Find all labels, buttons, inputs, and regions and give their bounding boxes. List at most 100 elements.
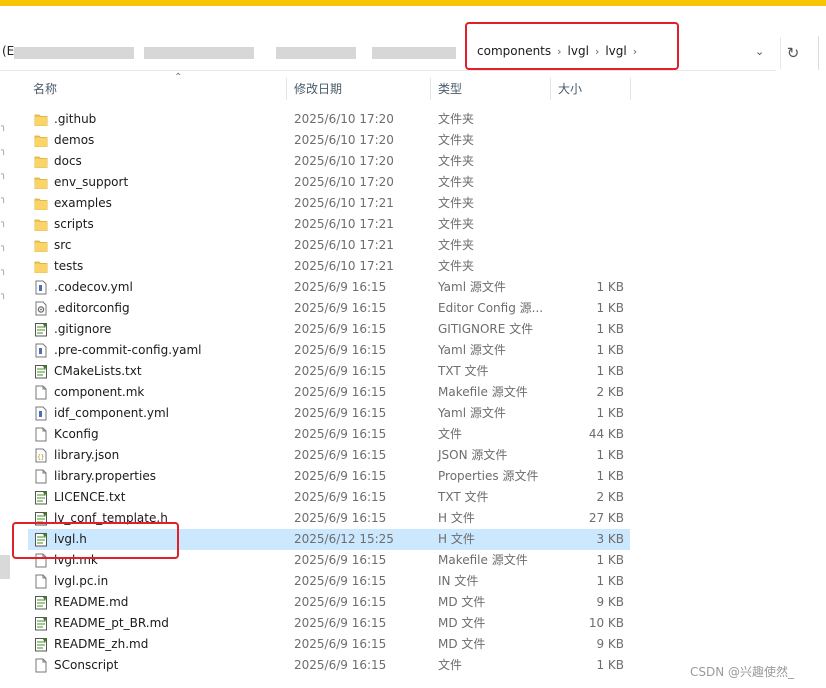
file-row[interactable]: SConscript 2025/6/9 16:15 文件 1 KB	[28, 655, 630, 676]
chevron-down-icon[interactable]: ⌄	[755, 45, 764, 58]
file-type: TXT 文件	[438, 490, 489, 504]
file-row[interactable]: docs 2025/6/10 17:20 文件夹	[28, 151, 630, 172]
file-row[interactable]: README_pt_BR.md 2025/6/9 16:15 MD 文件 10 KB	[28, 613, 630, 634]
watermark-text: CSDN @兴趣使然_	[690, 665, 795, 679]
file-type: 文件夹	[438, 154, 475, 168]
yaml-file-icon	[34, 406, 48, 421]
file-name: env_support	[54, 175, 129, 189]
file-size: 1 KB	[596, 553, 624, 567]
folder-icon	[34, 175, 48, 190]
notepad-file-icon	[34, 511, 48, 526]
file-type: 文件夹	[438, 217, 475, 231]
chevron-right-icon[interactable]: ›	[557, 45, 561, 58]
pin-icon[interactable]: ╮	[1, 146, 6, 156]
file-row[interactable]: CMakeLists.txt 2025/6/9 16:15 TXT 文件 1 KB	[28, 361, 630, 382]
file-row[interactable]: tests 2025/6/10 17:21 文件夹	[28, 256, 630, 277]
pin-icon[interactable]: ╮	[1, 218, 6, 228]
file-row[interactable]: .editorconfig 2025/6/9 16:15 Editor Config…	[28, 298, 630, 319]
file-size: 1 KB	[596, 280, 624, 294]
column-header-name[interactable]: 名称	[33, 76, 57, 102]
file-size: 1 KB	[596, 469, 624, 483]
file-size: 1 KB	[596, 364, 624, 378]
file-type: MD 文件	[438, 595, 486, 609]
file-row[interactable]: library.properties 2025/6/9 16:15 Properti…	[28, 466, 630, 487]
file-date: 2025/6/9 16:15	[294, 385, 387, 399]
file-date: 2025/6/9 16:15	[294, 343, 387, 357]
file-date: 2025/6/9 16:15	[294, 490, 387, 504]
pin-icon[interactable]: ╮	[1, 290, 6, 300]
file-row[interactable]: README.md 2025/6/9 16:15 MD 文件 9 KB	[28, 592, 630, 613]
file-date: 2025/6/10 17:21	[294, 259, 394, 273]
file-name: CMakeLists.txt	[54, 364, 142, 378]
column-divider[interactable]	[430, 78, 431, 100]
file-row[interactable]: .github 2025/6/10 17:20 文件夹	[28, 109, 630, 130]
column-divider[interactable]	[550, 78, 551, 100]
pin-icon[interactable]: ╮	[1, 266, 6, 276]
file-type: H 文件	[438, 511, 475, 525]
file-row[interactable]: env_support 2025/6/10 17:20 文件夹	[28, 172, 630, 193]
file-date: 2025/6/9 16:15	[294, 553, 387, 567]
pin-icon[interactable]: ╮	[1, 122, 6, 132]
file-row[interactable]: component.mk 2025/6/9 16:15 Makefile 源文件 2 …	[28, 382, 630, 403]
pin-icon[interactable]: ╮	[1, 242, 6, 252]
file-row[interactable]: .pre-commit-config.yaml 2025/6/9 16:15 Yam…	[28, 340, 630, 361]
file-row[interactable]: demos 2025/6/10 17:20 文件夹	[28, 130, 630, 151]
file-date: 2025/6/9 16:15	[294, 616, 387, 630]
file-date: 2025/6/10 17:21	[294, 196, 394, 210]
file-name: Kconfig	[54, 427, 99, 441]
breadcrumb-lvgl[interactable]: lvgl	[568, 44, 589, 58]
file-row[interactable]: .gitignore 2025/6/9 16:15 GITIGNORE 文件 1 KB	[28, 319, 630, 340]
file-name: library.properties	[54, 469, 156, 483]
file-name: .codecov.yml	[54, 280, 133, 294]
address-bar[interactable]: (E components › lvgl › lvgl › ⌄	[0, 36, 776, 71]
json-file-icon: {}	[34, 448, 48, 463]
refresh-icon[interactable]: ↻	[780, 37, 805, 69]
blurred-path-segment	[144, 47, 254, 59]
file-row[interactable]: lv_conf_template.h 2025/6/9 16:15 H 文件 27 K…	[28, 508, 630, 529]
file-name: library.json	[54, 448, 120, 462]
chevron-right-icon[interactable]: ›	[595, 45, 599, 58]
file-date: 2025/6/9 16:15	[294, 595, 387, 609]
file-name: component.mk	[54, 385, 145, 399]
file-row[interactable]: Kconfig 2025/6/9 16:15 文件 44 KB	[28, 424, 630, 445]
file-row[interactable]: scripts 2025/6/10 17:21 文件夹	[28, 214, 630, 235]
navigation-scrollbar[interactable]	[0, 555, 10, 579]
file-name: .gitignore	[54, 322, 112, 336]
file-row[interactable]: {} library.json 2025/6/9 16:15 JSON 源文件 1 KB	[28, 445, 630, 466]
notepad-file-icon	[34, 322, 48, 337]
column-header-type[interactable]: 类型	[438, 76, 462, 102]
column-header-date[interactable]: 修改日期	[294, 76, 342, 102]
file-row[interactable]: LICENCE.txt 2025/6/9 16:15 TXT 文件 2 KB	[28, 487, 630, 508]
notepad-file-icon	[34, 637, 48, 652]
column-divider[interactable]	[286, 78, 287, 100]
file-row-selected[interactable]: lvgl.h 2025/6/12 15:25 H 文件 3 KB	[28, 529, 630, 550]
blurred-path-segment	[276, 47, 356, 59]
file-name: lv_conf_template.h	[54, 511, 168, 525]
chevron-right-icon[interactable]: ›	[633, 45, 637, 58]
file-name: README_pt_BR.md	[54, 616, 169, 630]
file-size: 44 KB	[588, 427, 624, 441]
search-box-edge[interactable]	[818, 36, 826, 70]
file-name: idf_component.yml	[54, 406, 170, 420]
file-row[interactable]: src 2025/6/10 17:21 文件夹	[28, 235, 630, 256]
file-row[interactable]: examples 2025/6/10 17:21 文件夹	[28, 193, 630, 214]
file-size: 2 KB	[596, 490, 624, 504]
file-row[interactable]: lvgl.mk 2025/6/9 16:15 Makefile 源文件 1 KB	[28, 550, 630, 571]
column-divider[interactable]	[630, 78, 631, 100]
breadcrumb-lvgl-current[interactable]: lvgl	[605, 44, 626, 58]
file-row[interactable]: README_zh.md 2025/6/9 16:15 MD 文件 9 KB	[28, 634, 630, 655]
breadcrumb-components[interactable]: components	[477, 44, 551, 58]
file-type: 文件夹	[438, 112, 475, 126]
pin-icon[interactable]: ╮	[1, 194, 6, 204]
file-row[interactable]: .codecov.yml 2025/6/9 16:15 Yaml 源文件 1 KB	[28, 277, 630, 298]
column-header-row: ⌃ 名称 修改日期 类型 大小	[22, 72, 642, 102]
file-date: 2025/6/9 16:15	[294, 406, 387, 420]
file-type: 文件夹	[438, 238, 475, 252]
column-header-size[interactable]: 大小	[558, 76, 582, 102]
file-type: Makefile 源文件	[438, 385, 528, 399]
file-row[interactable]: idf_component.yml 2025/6/9 16:15 Yaml 源文件 1…	[28, 403, 630, 424]
file-row[interactable]: lvgl.pc.in 2025/6/9 16:15 IN 文件 1 KB	[28, 571, 630, 592]
pin-icon[interactable]: ╮	[1, 170, 6, 180]
file-type: Makefile 源文件	[438, 553, 528, 567]
file-type: IN 文件	[438, 574, 479, 588]
